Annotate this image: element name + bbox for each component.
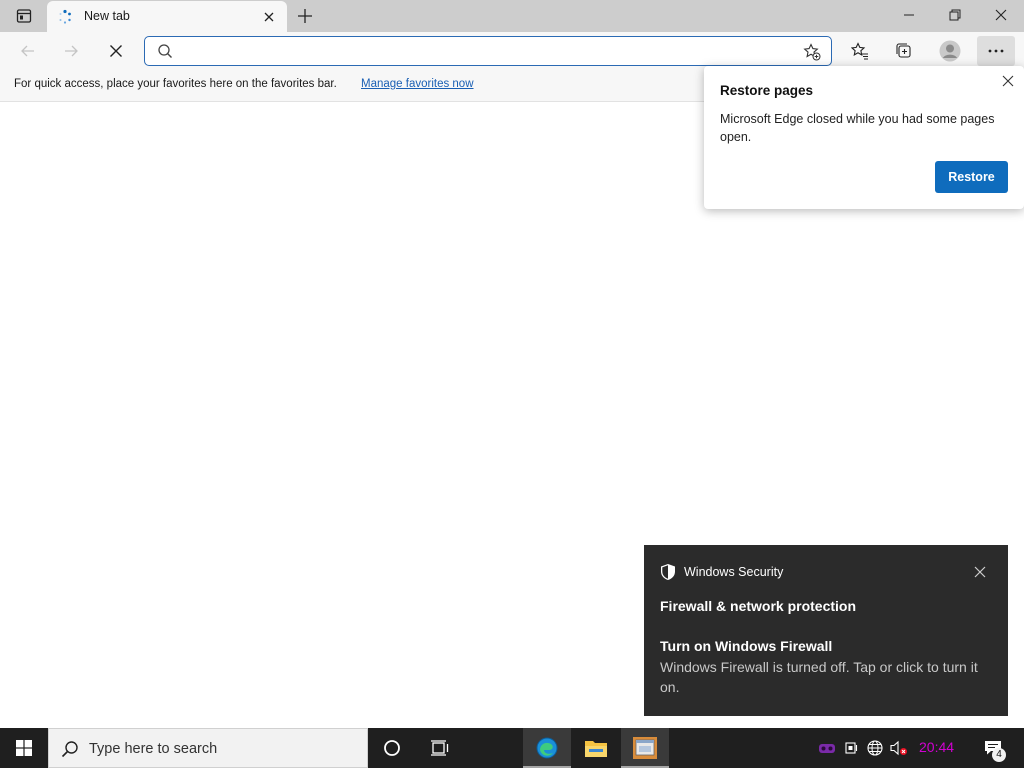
arrow-right-icon — [65, 45, 78, 57]
shield-icon — [661, 564, 675, 580]
cortana-icon — [384, 740, 400, 756]
restore-pages-popup: Restore pages Microsoft Edge closed whil… — [704, 66, 1024, 209]
volume-muted-icon — [890, 740, 907, 756]
tray-device-icon[interactable] — [843, 739, 861, 757]
search-icon — [158, 44, 172, 58]
favorites-icon — [851, 42, 868, 60]
toast-close-button[interactable] — [972, 564, 988, 580]
start-button[interactable] — [0, 728, 48, 768]
settings-more-button[interactable] — [977, 36, 1015, 66]
taskbar-app-button[interactable] — [621, 728, 669, 768]
task-view-button[interactable] — [416, 728, 464, 768]
tab-title: New tab — [84, 9, 130, 23]
more-icon — [988, 49, 1004, 53]
toast-app-name: Windows Security — [684, 565, 784, 579]
minimize-button[interactable] — [886, 0, 932, 30]
toast-title: Turn on Windows Firewall — [660, 638, 833, 654]
tab-new-tab[interactable]: New tab — [47, 1, 287, 32]
windows-logo-icon — [16, 740, 32, 756]
close-icon — [264, 12, 274, 22]
address-bar[interactable] — [144, 36, 832, 66]
address-input[interactable] — [177, 41, 797, 61]
network-button[interactable] — [866, 739, 884, 757]
volume-button[interactable] — [890, 739, 908, 757]
new-tab-button[interactable] — [293, 5, 317, 27]
stop-loading-button[interactable] — [100, 36, 132, 66]
restore-down-icon — [949, 9, 961, 21]
tray-app-icon[interactable] — [818, 739, 836, 757]
favorites-button[interactable] — [844, 36, 876, 66]
stop-icon — [110, 45, 122, 57]
taskbar-search-placeholder: Type here to search — [89, 741, 218, 757]
toast-body: Windows Firewall is turned off. Tap or c… — [660, 659, 978, 695]
taskbar-search-box[interactable]: Type here to search — [48, 728, 368, 768]
favorites-bar-hint: For quick access, place your favorites h… — [14, 78, 337, 90]
forward-button[interactable] — [55, 36, 87, 66]
restore-popup-close-button[interactable] — [1000, 73, 1016, 89]
edge-icon — [536, 737, 558, 759]
windows-security-toast[interactable]: Windows Security Firewall & network prot… — [644, 545, 1008, 716]
minimize-icon — [904, 14, 914, 16]
headset-icon — [819, 744, 835, 753]
close-icon — [1002, 75, 1014, 87]
manage-favorites-link[interactable]: Manage favorites now — [361, 78, 474, 90]
globe-icon — [867, 740, 883, 756]
tab-actions-icon — [16, 9, 32, 23]
folder-icon — [585, 741, 607, 757]
taskbar: Type here to search 20:44 4 — [0, 728, 1024, 768]
collections-button[interactable] — [888, 36, 920, 66]
taskbar-edge-button[interactable] — [523, 728, 571, 768]
device-icon — [845, 742, 858, 754]
task-view-icon — [431, 740, 449, 756]
restore-button[interactable]: Restore — [935, 161, 1008, 193]
notification-count-badge: 4 — [992, 748, 1006, 762]
arrow-left-icon — [21, 45, 34, 57]
title-bar: New tab — [0, 0, 1024, 32]
plus-icon — [298, 9, 312, 23]
avatar-icon — [939, 40, 961, 62]
taskbar-file-explorer-button[interactable] — [572, 728, 620, 768]
close-window-button[interactable] — [978, 0, 1024, 30]
restore-down-button[interactable] — [932, 0, 978, 30]
loading-dots-icon — [59, 9, 71, 24]
tab-close-button[interactable] — [261, 9, 277, 25]
cortana-button[interactable] — [368, 728, 416, 768]
restore-pages-title: Restore pages — [720, 83, 814, 98]
browser-toolbar — [0, 32, 1024, 70]
app-window-icon — [633, 737, 657, 759]
profile-button[interactable] — [934, 36, 966, 66]
taskbar-clock[interactable]: 20:44 — [919, 739, 954, 755]
restore-pages-message: Microsoft Edge closed while you had some… — [720, 112, 995, 144]
close-icon — [995, 9, 1007, 21]
search-icon — [61, 741, 78, 758]
toast-header: Firewall & network protection — [660, 598, 857, 614]
tab-actions-button[interactable] — [8, 4, 40, 28]
collections-icon — [896, 43, 911, 58]
close-icon — [974, 566, 986, 578]
back-button[interactable] — [12, 36, 44, 66]
add-favorite-icon[interactable] — [803, 43, 821, 61]
